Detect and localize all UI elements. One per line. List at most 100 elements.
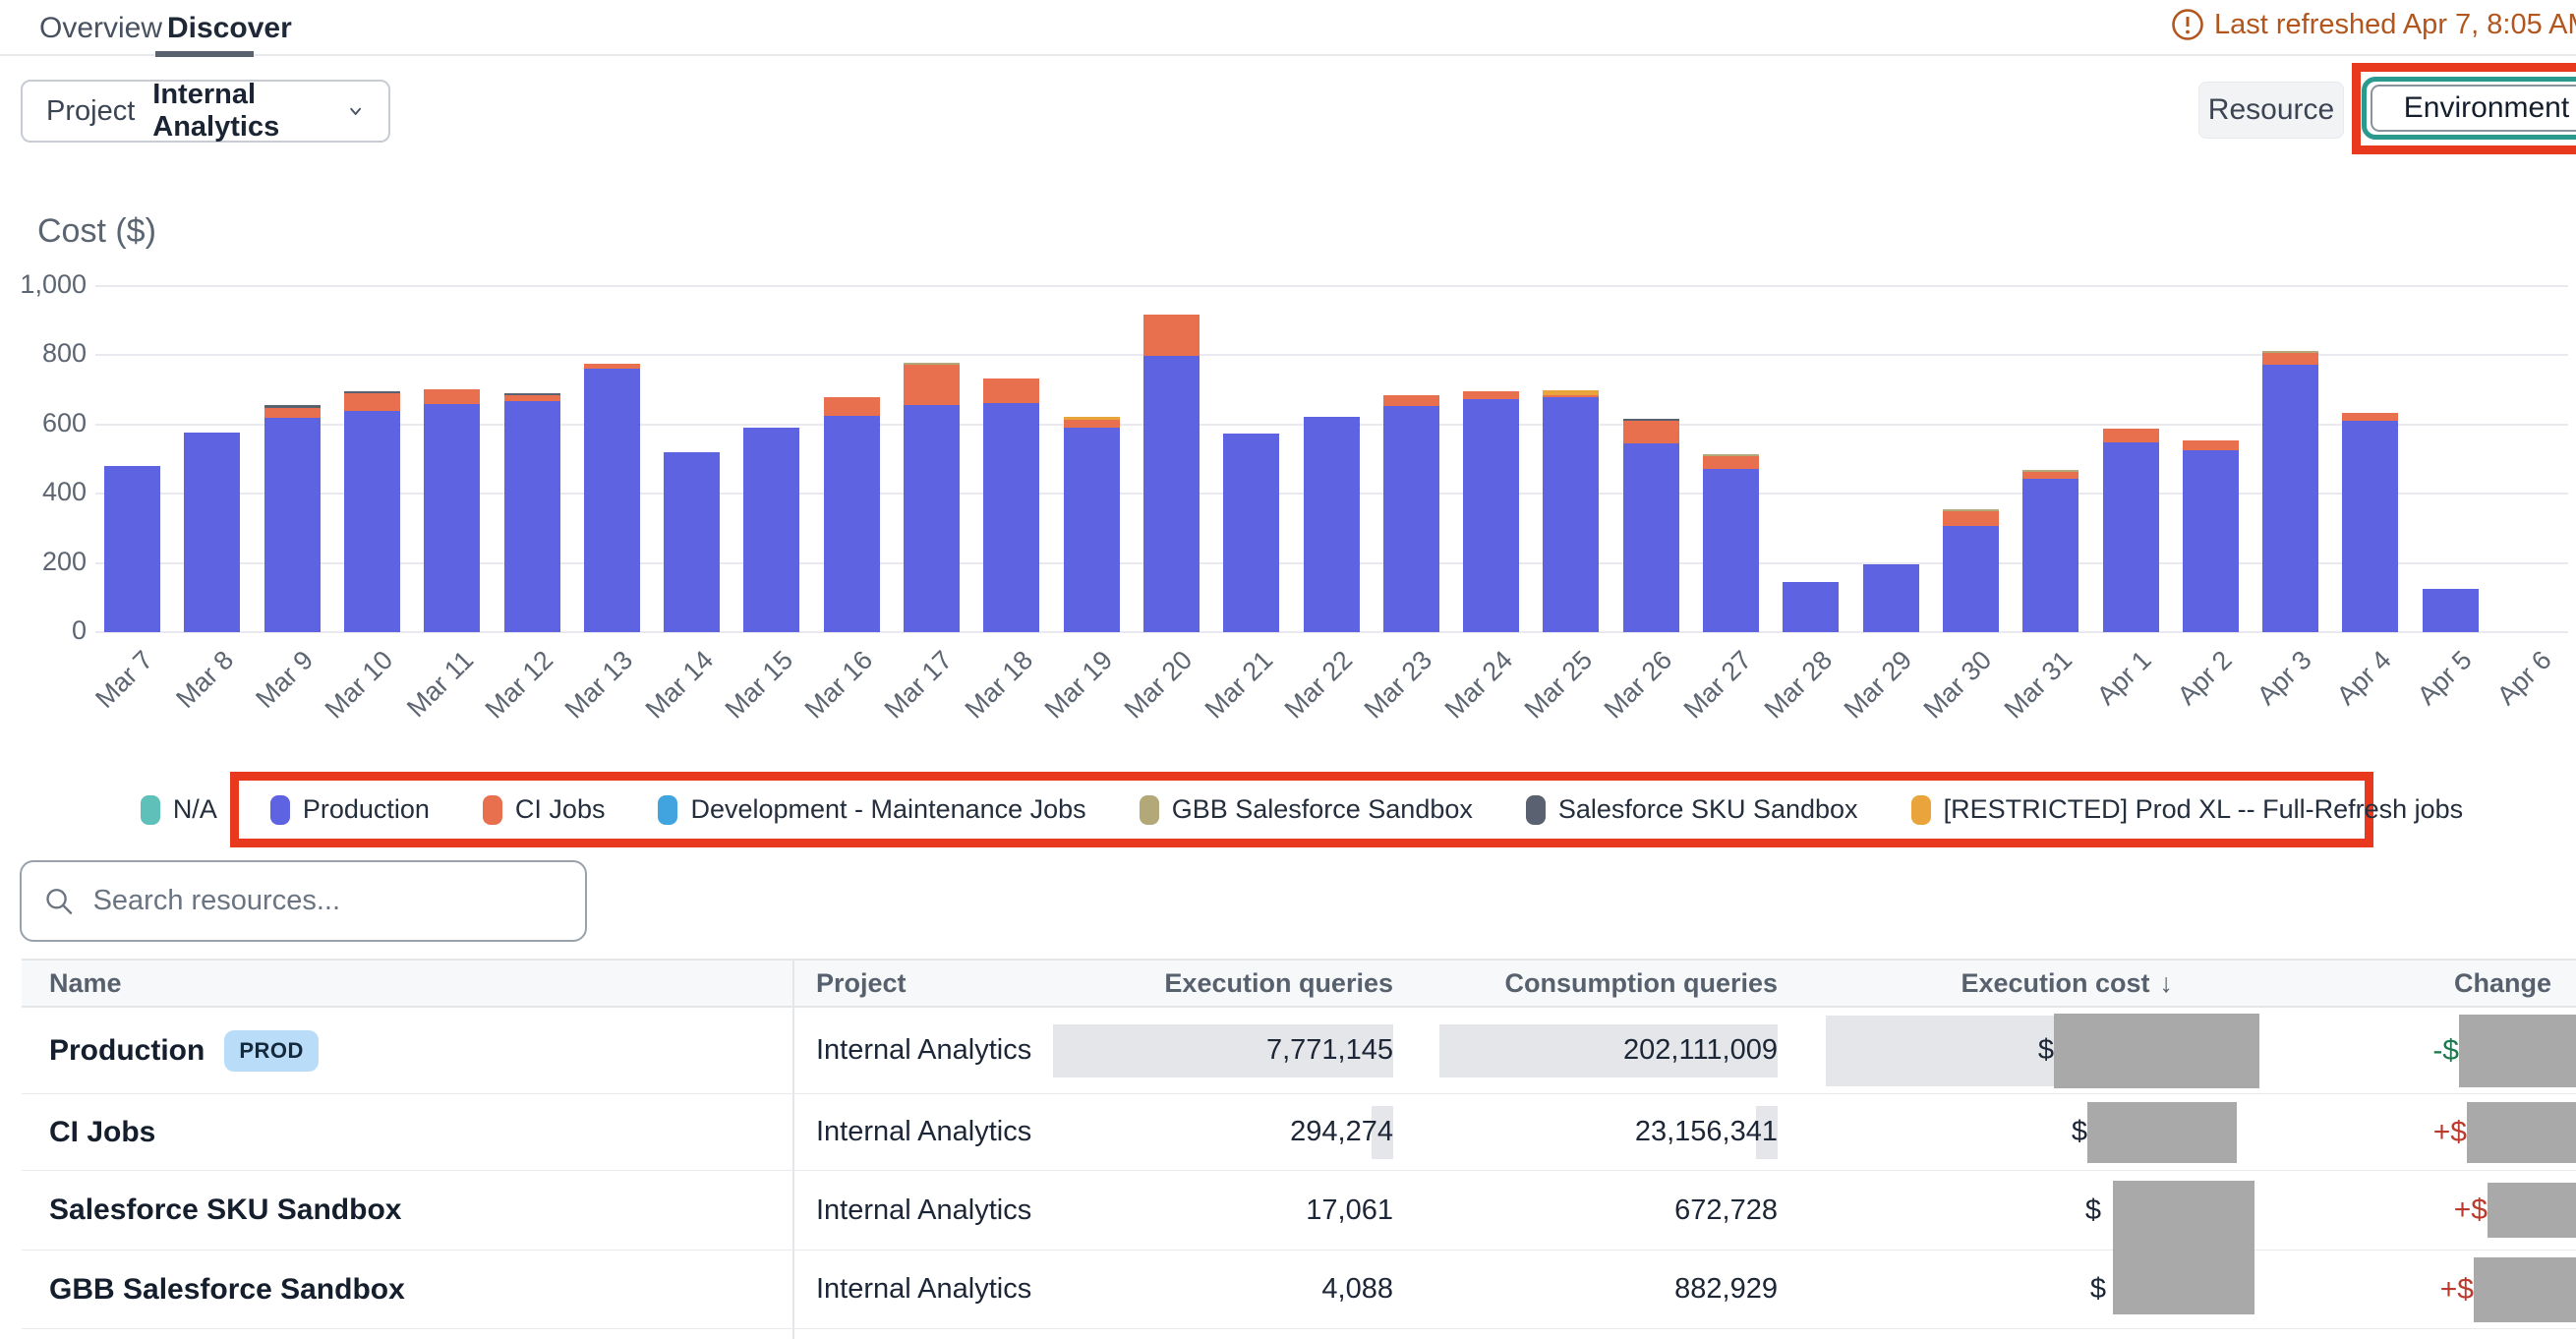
- legend-swatch-icon: [658, 795, 677, 825]
- legend-item-development-maintenance-jobs[interactable]: Development - Maintenance Jobs: [658, 794, 1085, 825]
- x-axis-tick-label: Apr 2: [2172, 645, 2239, 712]
- bar-segment-production: [2183, 450, 2239, 632]
- bar-segment-production: [184, 433, 240, 632]
- bar-segment-ci-jobs: [2103, 429, 2159, 442]
- bar-segment-production: [2342, 421, 2398, 632]
- x-axis-tick-label: Mar 20: [1119, 645, 1199, 725]
- bar-segment-production: [1543, 397, 1599, 632]
- legend-item-ci-jobs[interactable]: CI Jobs: [483, 794, 606, 825]
- bar-segment-production: [824, 416, 880, 632]
- project-cell: Internal Analytics: [792, 1094, 1042, 1170]
- legend-label: Salesforce SKU Sandbox: [1558, 794, 1858, 825]
- execution-cost-cell: $: [1789, 1171, 2271, 1250]
- column-header-project[interactable]: Project: [792, 968, 1042, 999]
- column-header-change[interactable]: Change: [2271, 968, 2576, 999]
- execution-queries-cell: 17,061: [1042, 1171, 1406, 1250]
- bar-segment-production: [743, 428, 799, 632]
- x-axis-tick-label: Mar 26: [1599, 645, 1678, 725]
- execution-queries-cell: 7,771,145: [1042, 1008, 1406, 1093]
- bar-segment--restricted-prod-xl-full-refresh-jobs: [1543, 390, 1599, 395]
- bar-segment-ci-jobs: [264, 408, 321, 418]
- search-icon: [43, 884, 76, 919]
- redacted-change-value: [2467, 1102, 2576, 1163]
- bar-segment-production: [1703, 469, 1759, 632]
- bar-segment-salesforce-sku-sandbox: [264, 405, 321, 408]
- x-axis-tick-label: Mar 30: [1918, 645, 1998, 725]
- column-header-consumption-queries[interactable]: Consumption queries: [1406, 968, 1789, 999]
- bar-segment-production: [1863, 564, 1919, 632]
- bar-segment-production: [1064, 428, 1120, 632]
- x-axis-tick-label: Mar 16: [799, 645, 879, 725]
- y-axis-tick-label: 200: [0, 547, 87, 577]
- project-cell: Internal Analytics: [792, 1251, 1042, 1328]
- x-axis-tick-label: Mar 23: [1359, 645, 1438, 725]
- bar-segment-salesforce-sku-sandbox: [1623, 419, 1679, 421]
- chart-gridline: [95, 285, 2568, 287]
- consumption-queries-cell: 23,156,341: [1406, 1094, 1789, 1170]
- bar-segment-ci-jobs: [1623, 420, 1679, 443]
- column-header-execution-cost[interactable]: Execution cost↓: [1789, 968, 2271, 999]
- project-cell: Internal Analytics: [792, 1171, 1042, 1250]
- bar-segment-salesforce-sku-sandbox: [504, 393, 560, 395]
- bar-segment-ci-jobs: [2262, 353, 2318, 366]
- bar-segment-production: [344, 411, 400, 632]
- bar-segment-production: [2423, 589, 2479, 632]
- x-axis-tick-label: Mar 21: [1199, 645, 1278, 725]
- table-row-production[interactable]: ProductionPRODInternal Analytics7,771,14…: [22, 1008, 2576, 1094]
- bar-segment-production: [2103, 442, 2159, 632]
- x-axis-tick-label: Mar 8: [170, 645, 240, 715]
- x-axis-tick-label: Mar 7: [90, 645, 160, 715]
- table-header-row: NameProjectExecution queriesConsumption …: [22, 959, 2576, 1008]
- legend-swatch-icon: [1526, 795, 1546, 825]
- bar-segment-production: [1783, 582, 1839, 632]
- x-axis-tick-label: Mar 25: [1518, 645, 1598, 725]
- legend-label: CI Jobs: [515, 794, 606, 825]
- bar-segment-ci-jobs: [1943, 510, 1999, 525]
- resource-name-cell: Salesforce SKU Sandbox: [22, 1171, 792, 1250]
- bar-segment-ci-jobs: [983, 378, 1039, 403]
- y-axis-tick-label: 0: [0, 615, 87, 646]
- bar-segment-production: [1223, 434, 1279, 632]
- legend-label: [RESTRICTED] Prod XL -- Full-Refresh job…: [1944, 794, 2464, 825]
- bar-segment-ci-jobs: [2342, 413, 2398, 421]
- resources-table: NameProjectExecution queriesConsumption …: [22, 959, 2576, 1339]
- legend-item-gbb-salesforce-sandbox[interactable]: GBB Salesforce Sandbox: [1140, 794, 1473, 825]
- table-row-salesforce-sku-sandbox[interactable]: Salesforce SKU Sandbox Internal Analytics…: [22, 1171, 2576, 1251]
- x-axis-tick-label: Apr 3: [2252, 645, 2318, 712]
- column-header-execution-queries[interactable]: Execution queries: [1042, 968, 1406, 999]
- bar-segment-gbb-salesforce-sandbox: [904, 363, 960, 365]
- x-axis-tick-label: Mar 19: [1039, 645, 1119, 725]
- search-resources-box[interactable]: [20, 860, 587, 942]
- bar-segment-gbb-salesforce-sandbox: [1943, 509, 1999, 511]
- table-row-ci-jobs[interactable]: CI JobsInternal Analytics294,27423,156,3…: [22, 1094, 2576, 1171]
- bar-segment-production: [2262, 365, 2318, 632]
- bar-segment-ci-jobs: [1064, 420, 1120, 429]
- legend-label: GBB Salesforce Sandbox: [1172, 794, 1473, 825]
- bar-segment-ci-jobs: [1143, 315, 1200, 356]
- legend-item-n-a[interactable]: N/A: [141, 794, 217, 825]
- resource-name-cell: GBB Salesforce Sandbox: [22, 1251, 792, 1328]
- legend-swatch-icon: [141, 795, 160, 825]
- consumption-queries-cell: 882,929: [1406, 1251, 1789, 1328]
- bar-segment-gbb-salesforce-sandbox: [1703, 454, 1759, 456]
- y-axis-tick-label: 800: [0, 338, 87, 369]
- legend-item-production[interactable]: Production: [270, 794, 430, 825]
- consumption-queries-cell: 672,728: [1406, 1171, 1789, 1250]
- chart-legend: N/AProductionCI JobsDevelopment - Mainte…: [239, 781, 2365, 839]
- x-axis-tick-label: Mar 29: [1839, 645, 1918, 725]
- x-axis-tick-label: Mar 10: [320, 645, 399, 725]
- legend-item--restricted-prod-xl-full-refresh-jobs[interactable]: [RESTRICTED] Prod XL -- Full-Refresh job…: [1911, 794, 2464, 825]
- bar-segment-production: [1623, 443, 1679, 632]
- legend-swatch-icon: [483, 795, 502, 825]
- x-axis-tick-label: Mar 24: [1438, 645, 1518, 725]
- search-resources-input[interactable]: [93, 885, 563, 917]
- legend-item-salesforce-sku-sandbox[interactable]: Salesforce SKU Sandbox: [1526, 794, 1858, 825]
- resource-name-cell: CI Jobs: [22, 1094, 792, 1170]
- bar-segment-ci-jobs: [1703, 455, 1759, 469]
- bar-segment-ci-jobs: [2022, 471, 2078, 479]
- bar-segment-ci-jobs: [344, 393, 400, 411]
- resource-name: Salesforce SKU Sandbox: [49, 1193, 401, 1227]
- bar-segment-production: [904, 405, 960, 632]
- column-header-name[interactable]: Name: [22, 968, 792, 999]
- bar-segment-production: [104, 466, 160, 632]
